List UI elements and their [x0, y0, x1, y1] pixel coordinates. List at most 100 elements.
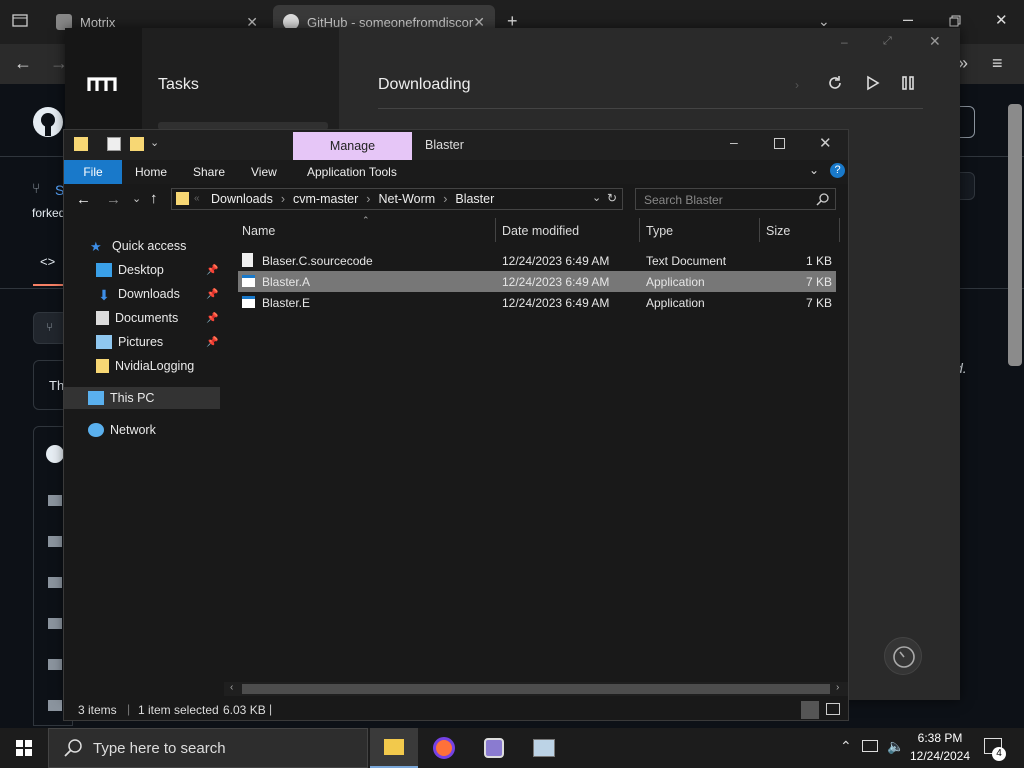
file-list: ⌃ Name Date modified Type Size Blaser.C.… — [220, 214, 848, 684]
forward-icon[interactable]: → — [106, 191, 121, 208]
nav-pictures[interactable]: Pictures 📌 — [64, 331, 220, 353]
status-bar: 3 items | 1 item selected 6.03 KB | — [64, 700, 848, 720]
ribbon-tab-home[interactable]: Home — [135, 165, 167, 179]
properties-icon[interactable] — [107, 137, 121, 151]
restore-icon[interactable] — [949, 15, 961, 27]
expand-ribbon-icon[interactable]: ⌄ — [809, 163, 819, 177]
search-box[interactable]: Search Blaster — [635, 188, 836, 210]
manage-contextual-tab[interactable]: Manage — [293, 132, 412, 160]
file-explorer-window: ⌄ Manage Blaster – ✕ File Home Share Vie… — [63, 129, 849, 721]
breadcrumb-net-worm[interactable]: Net-Worm — [378, 192, 435, 206]
address-dropdown-icon[interactable]: ⌄ — [592, 191, 601, 204]
pin-icon[interactable]: 📌 — [206, 313, 218, 324]
menu-icon[interactable]: ≡ — [992, 54, 1003, 72]
breadcrumb-downloads[interactable]: Downloads — [211, 192, 273, 206]
nav-label: Pictures — [118, 335, 164, 349]
ribbon-tab-application-tools[interactable]: Application Tools — [307, 165, 397, 179]
speedometer-button[interactable] — [884, 637, 922, 675]
firefox-icon — [433, 737, 455, 759]
forked-from-text: forked — [32, 206, 66, 220]
page-scrollbar[interactable] — [1008, 104, 1022, 366]
scroll-right-icon[interactable]: › — [836, 682, 839, 693]
column-divider[interactable] — [495, 218, 496, 242]
ribbon-tab-view[interactable]: View — [251, 165, 277, 179]
tab-actions-icon[interactable] — [12, 12, 28, 28]
active-tab-underline — [33, 284, 65, 286]
nav-this-pc[interactable]: This PC — [64, 387, 220, 409]
branch-icon: ⑂ — [46, 320, 54, 334]
taskbar-app[interactable] — [520, 728, 568, 768]
pause-all-icon[interactable] — [900, 75, 916, 91]
breadcrumb-blaster[interactable]: Blaster — [455, 192, 494, 206]
breadcrumb-cvm-master[interactable]: cvm-master — [293, 192, 358, 206]
close-window-icon[interactable]: ✕ — [995, 12, 1008, 30]
column-size[interactable]: Size — [766, 224, 790, 238]
taskbar-search[interactable]: Type here to search — [48, 728, 368, 768]
folder-icon — [176, 192, 189, 205]
maximize-icon[interactable]: ⤢ — [883, 35, 892, 48]
nav-nvidialogging[interactable]: NvidiaLogging — [64, 355, 220, 377]
column-divider[interactable] — [839, 218, 840, 242]
pin-icon[interactable]: 📌 — [206, 337, 218, 348]
network-status-icon[interactable] — [862, 740, 878, 752]
new-folder-icon[interactable] — [130, 137, 144, 151]
explorer-title-bar: ⌄ Manage Blaster – ✕ — [64, 130, 848, 160]
refresh-icon[interactable]: ↻ — [607, 191, 617, 205]
file-name: Blaster.A — [262, 275, 311, 289]
refresh-icon[interactable] — [827, 75, 843, 91]
scrollbar-thumb[interactable] — [242, 684, 830, 694]
back-icon[interactable]: ← — [14, 54, 32, 72]
close-icon[interactable]: ✕ — [819, 134, 832, 152]
nav-documents[interactable]: Documents 📌 — [64, 307, 220, 329]
pin-icon[interactable]: 📌 — [206, 289, 218, 300]
taskbar-motrix[interactable] — [470, 728, 518, 768]
back-icon[interactable]: ← — [76, 191, 91, 208]
computer-icon — [88, 391, 104, 405]
nav-desktop[interactable]: Desktop 📌 — [64, 259, 220, 281]
navigation-pane: ★ Quick access Desktop 📌 ⬇ Downloads 📌 D… — [64, 214, 220, 684]
table-row-selected[interactable]: Blaster.A 12/24/2023 6:49 AM Application… — [238, 271, 836, 292]
close-icon[interactable]: ✕ — [929, 33, 941, 50]
recent-locations-icon[interactable]: ⌄ — [132, 192, 141, 205]
minimize-icon[interactable]: – — [903, 10, 913, 28]
taskbar-file-explorer[interactable] — [370, 728, 418, 768]
column-name[interactable]: Name — [242, 224, 275, 238]
column-date-modified[interactable]: Date modified — [502, 224, 579, 238]
folder-icon — [48, 495, 62, 506]
taskbar-firefox[interactable] — [420, 728, 468, 768]
breadcrumb: Downloads › cvm-master › Net-Worm › Blaster — [211, 192, 494, 206]
show-hidden-icons-icon[interactable]: ⌃ — [840, 738, 852, 755]
table-row[interactable]: Blaster.E 12/24/2023 6:49 AM Application… — [238, 292, 836, 313]
clock-time[interactable]: 6:38 PM — [909, 731, 971, 745]
start-windows-icon[interactable] — [16, 740, 32, 756]
github-logo-icon[interactable] — [32, 106, 64, 138]
address-bar[interactable]: « Downloads › cvm-master › Net-Worm › Blast… — [171, 188, 623, 210]
column-divider[interactable] — [759, 218, 760, 242]
code-tab[interactable]: <> — [40, 254, 55, 269]
up-icon[interactable]: ↑ — [150, 190, 158, 207]
help-icon[interactable]: ? — [830, 163, 845, 178]
minimize-icon[interactable]: – — [730, 134, 738, 150]
nav-quick-access[interactable]: ★ Quick access — [64, 235, 220, 257]
quick-access-toolbar-dropdown-icon[interactable]: ⌄ — [150, 136, 159, 149]
breadcrumb-overflow-icon[interactable]: « — [194, 193, 200, 204]
column-type[interactable]: Type — [646, 224, 673, 238]
nav-label: Quick access — [112, 239, 187, 253]
resume-all-icon[interactable] — [864, 75, 880, 91]
column-divider[interactable] — [639, 218, 640, 242]
maximize-icon[interactable] — [774, 138, 785, 149]
scroll-left-icon[interactable]: ‹ — [230, 682, 233, 693]
details-view-icon[interactable] — [801, 701, 819, 719]
ribbon-tab-file[interactable]: File — [64, 160, 122, 184]
ribbon-tab-share[interactable]: Share — [193, 165, 225, 179]
nav-downloads[interactable]: ⬇ Downloads 📌 — [64, 283, 220, 305]
minimize-icon[interactable]: – — [841, 35, 848, 49]
large-icons-view-icon[interactable] — [826, 703, 840, 715]
horizontal-scrollbar[interactable]: ‹ › — [224, 682, 848, 696]
nav-network[interactable]: Network — [64, 419, 220, 441]
pin-icon[interactable]: 📌 — [206, 265, 218, 276]
clock-date[interactable]: 12/24/2024 — [909, 749, 971, 763]
volume-muted-icon[interactable]: 🔈 — [887, 738, 904, 755]
table-row[interactable]: Blaser.C.sourcecode 12/24/2023 6:49 AM T… — [238, 250, 836, 271]
remote-desktop-icon — [533, 739, 555, 757]
